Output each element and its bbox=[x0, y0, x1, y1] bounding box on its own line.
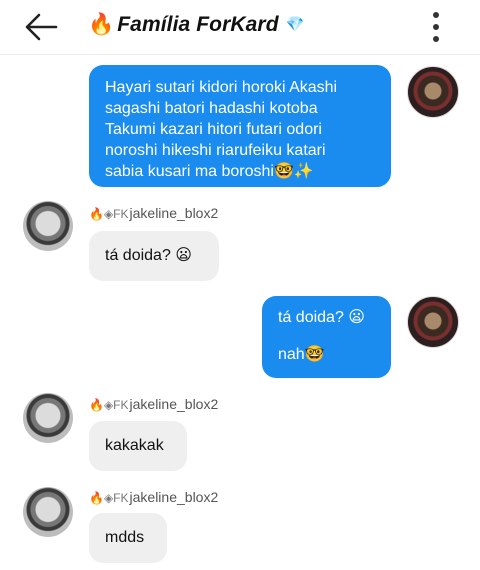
outgoing-message-bubble[interactable]: Hayari sutari kidori horoki Akashi sagas… bbox=[89, 65, 391, 187]
back-button[interactable] bbox=[22, 10, 62, 44]
sender-name[interactable]: 🔥◈FKjakeline_blox2 bbox=[89, 489, 218, 505]
message-text: tá doida? 😦 bbox=[278, 309, 365, 326]
sender-name[interactable]: 🔥◈FKjakeline_blox2 bbox=[89, 205, 218, 221]
message-line: Hayari sutari kidori horoki Akashi bbox=[105, 79, 338, 96]
more-options-button[interactable] bbox=[424, 10, 448, 44]
sender-username: jakeline_blox2 bbox=[129, 489, 219, 505]
more-vertical-dot bbox=[433, 24, 439, 30]
sender-tag: ◈FK bbox=[103, 207, 129, 221]
group-name: Família ForKard bbox=[117, 13, 279, 36]
chat-title[interactable]: 🔥 Família ForKard 💎 bbox=[88, 13, 304, 37]
fire-icon: 🔥 bbox=[89, 491, 104, 505]
gem-icon: 💎 bbox=[285, 16, 305, 33]
incoming-message-bubble[interactable]: mdds bbox=[89, 513, 167, 563]
outgoing-message-bubble[interactable]: tá doida? 😦 nah🤓 bbox=[262, 296, 391, 378]
fire-icon: 🔥 bbox=[89, 207, 104, 221]
message-line: sagashi batori hadashi kotoba bbox=[105, 100, 318, 117]
sender-avatar[interactable] bbox=[23, 393, 73, 443]
message-text: kakakak bbox=[105, 437, 164, 454]
sender-username: jakeline_blox2 bbox=[129, 396, 219, 412]
more-vertical-dot bbox=[433, 36, 439, 42]
more-vertical-icon bbox=[433, 12, 439, 18]
sender-username: jakeline_blox2 bbox=[129, 205, 219, 221]
message-text: mdds bbox=[105, 529, 145, 546]
incoming-message-bubble[interactable]: tá doida? 😦 bbox=[89, 231, 219, 281]
fire-icon: 🔥 bbox=[89, 398, 104, 412]
arrow-left-icon bbox=[25, 13, 58, 41]
chat-header: 🔥 Família ForKard 💎 bbox=[0, 0, 480, 55]
own-avatar[interactable] bbox=[407, 66, 459, 118]
incoming-message-bubble[interactable]: kakakak bbox=[89, 421, 187, 471]
own-avatar[interactable] bbox=[407, 296, 459, 348]
message-line: sabia kusari ma boroshi🤓✨ bbox=[105, 163, 314, 180]
message-line: Takumi kazari hitori futari odori bbox=[105, 121, 322, 138]
message-text: nah🤓 bbox=[278, 346, 325, 363]
message-line: noroshi hikeshi riarufeiku katari bbox=[105, 142, 326, 159]
fire-icon: 🔥 bbox=[88, 13, 115, 36]
sender-avatar[interactable] bbox=[23, 201, 73, 251]
message-text: tá doida? 😦 bbox=[105, 247, 192, 264]
sender-tag: ◈FK bbox=[103, 491, 129, 505]
sender-avatar[interactable] bbox=[23, 487, 73, 537]
sender-tag: ◈FK bbox=[103, 398, 129, 412]
sender-name[interactable]: 🔥◈FKjakeline_blox2 bbox=[89, 396, 218, 412]
